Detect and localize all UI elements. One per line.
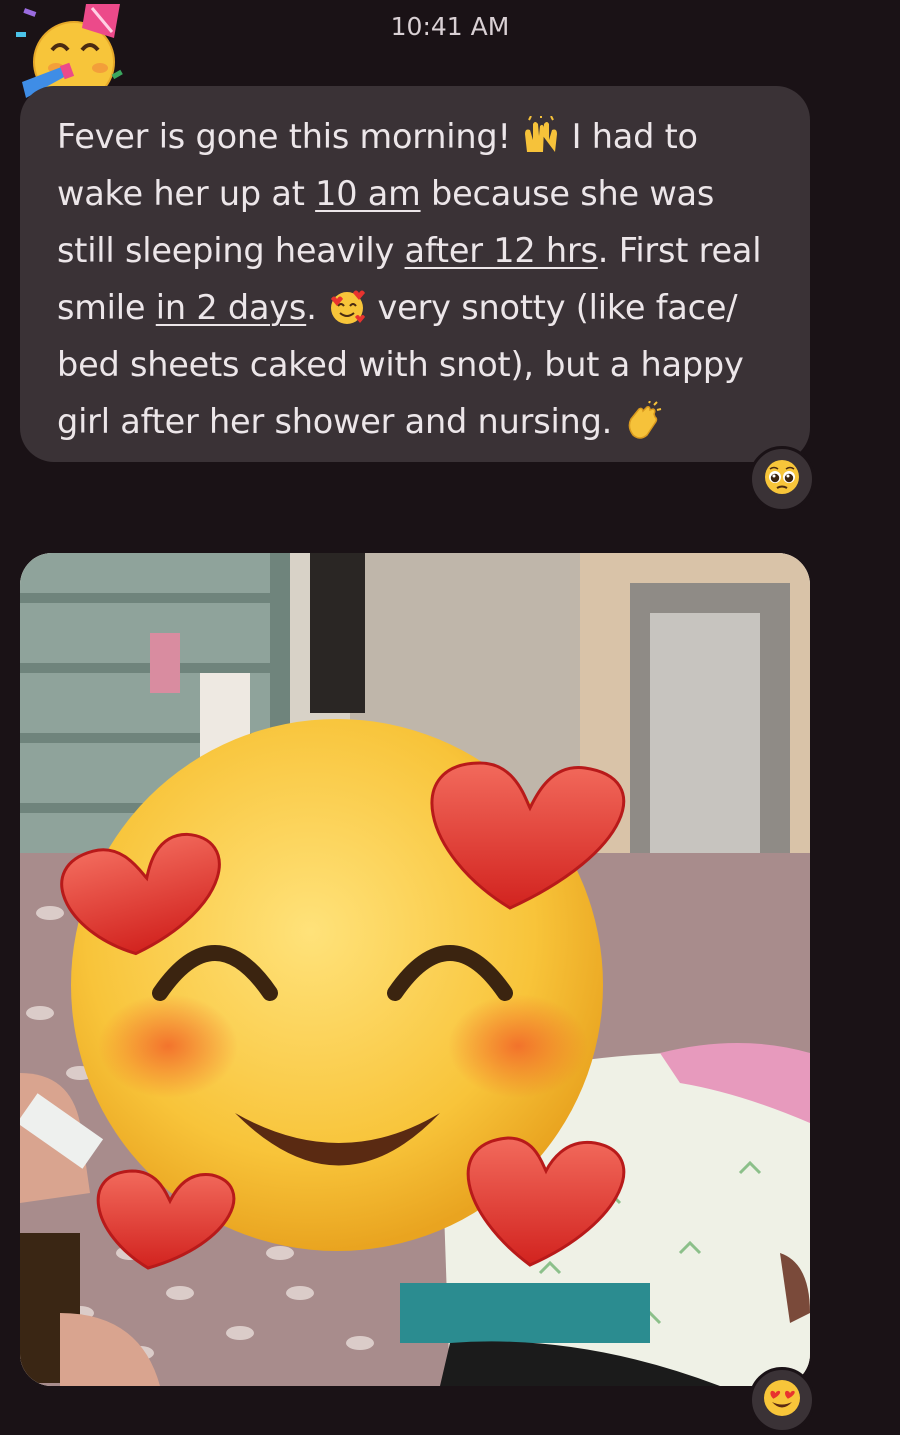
- raising-hands-icon: [521, 115, 561, 156]
- heart-eyes-icon: [761, 1377, 803, 1423]
- message-timestamp: 10:41 AM: [390, 12, 510, 41]
- time-link[interactable]: 10 am: [315, 174, 421, 213]
- photo-message[interactable]: [20, 553, 810, 1386]
- smiling-face-with-hearts-icon: [327, 287, 367, 327]
- message-segment: Fever is gone this morning!: [57, 117, 522, 156]
- clapping-hands-icon: [623, 400, 663, 441]
- message-text: Fever is gone this morning! I had to wak…: [57, 108, 780, 450]
- smiling-face-with-hearts-icon: [20, 553, 810, 1386]
- message-bubble[interactable]: Fever is gone this morning! I had to wak…: [20, 86, 810, 462]
- duration-link[interactable]: after 12 hrs: [405, 231, 598, 270]
- message-reaction[interactable]: [749, 446, 815, 512]
- pleading-face-icon: [762, 457, 802, 501]
- photo-reaction[interactable]: [749, 1367, 815, 1433]
- message-segment: .: [306, 288, 328, 327]
- duration-link[interactable]: in 2 days: [156, 288, 307, 327]
